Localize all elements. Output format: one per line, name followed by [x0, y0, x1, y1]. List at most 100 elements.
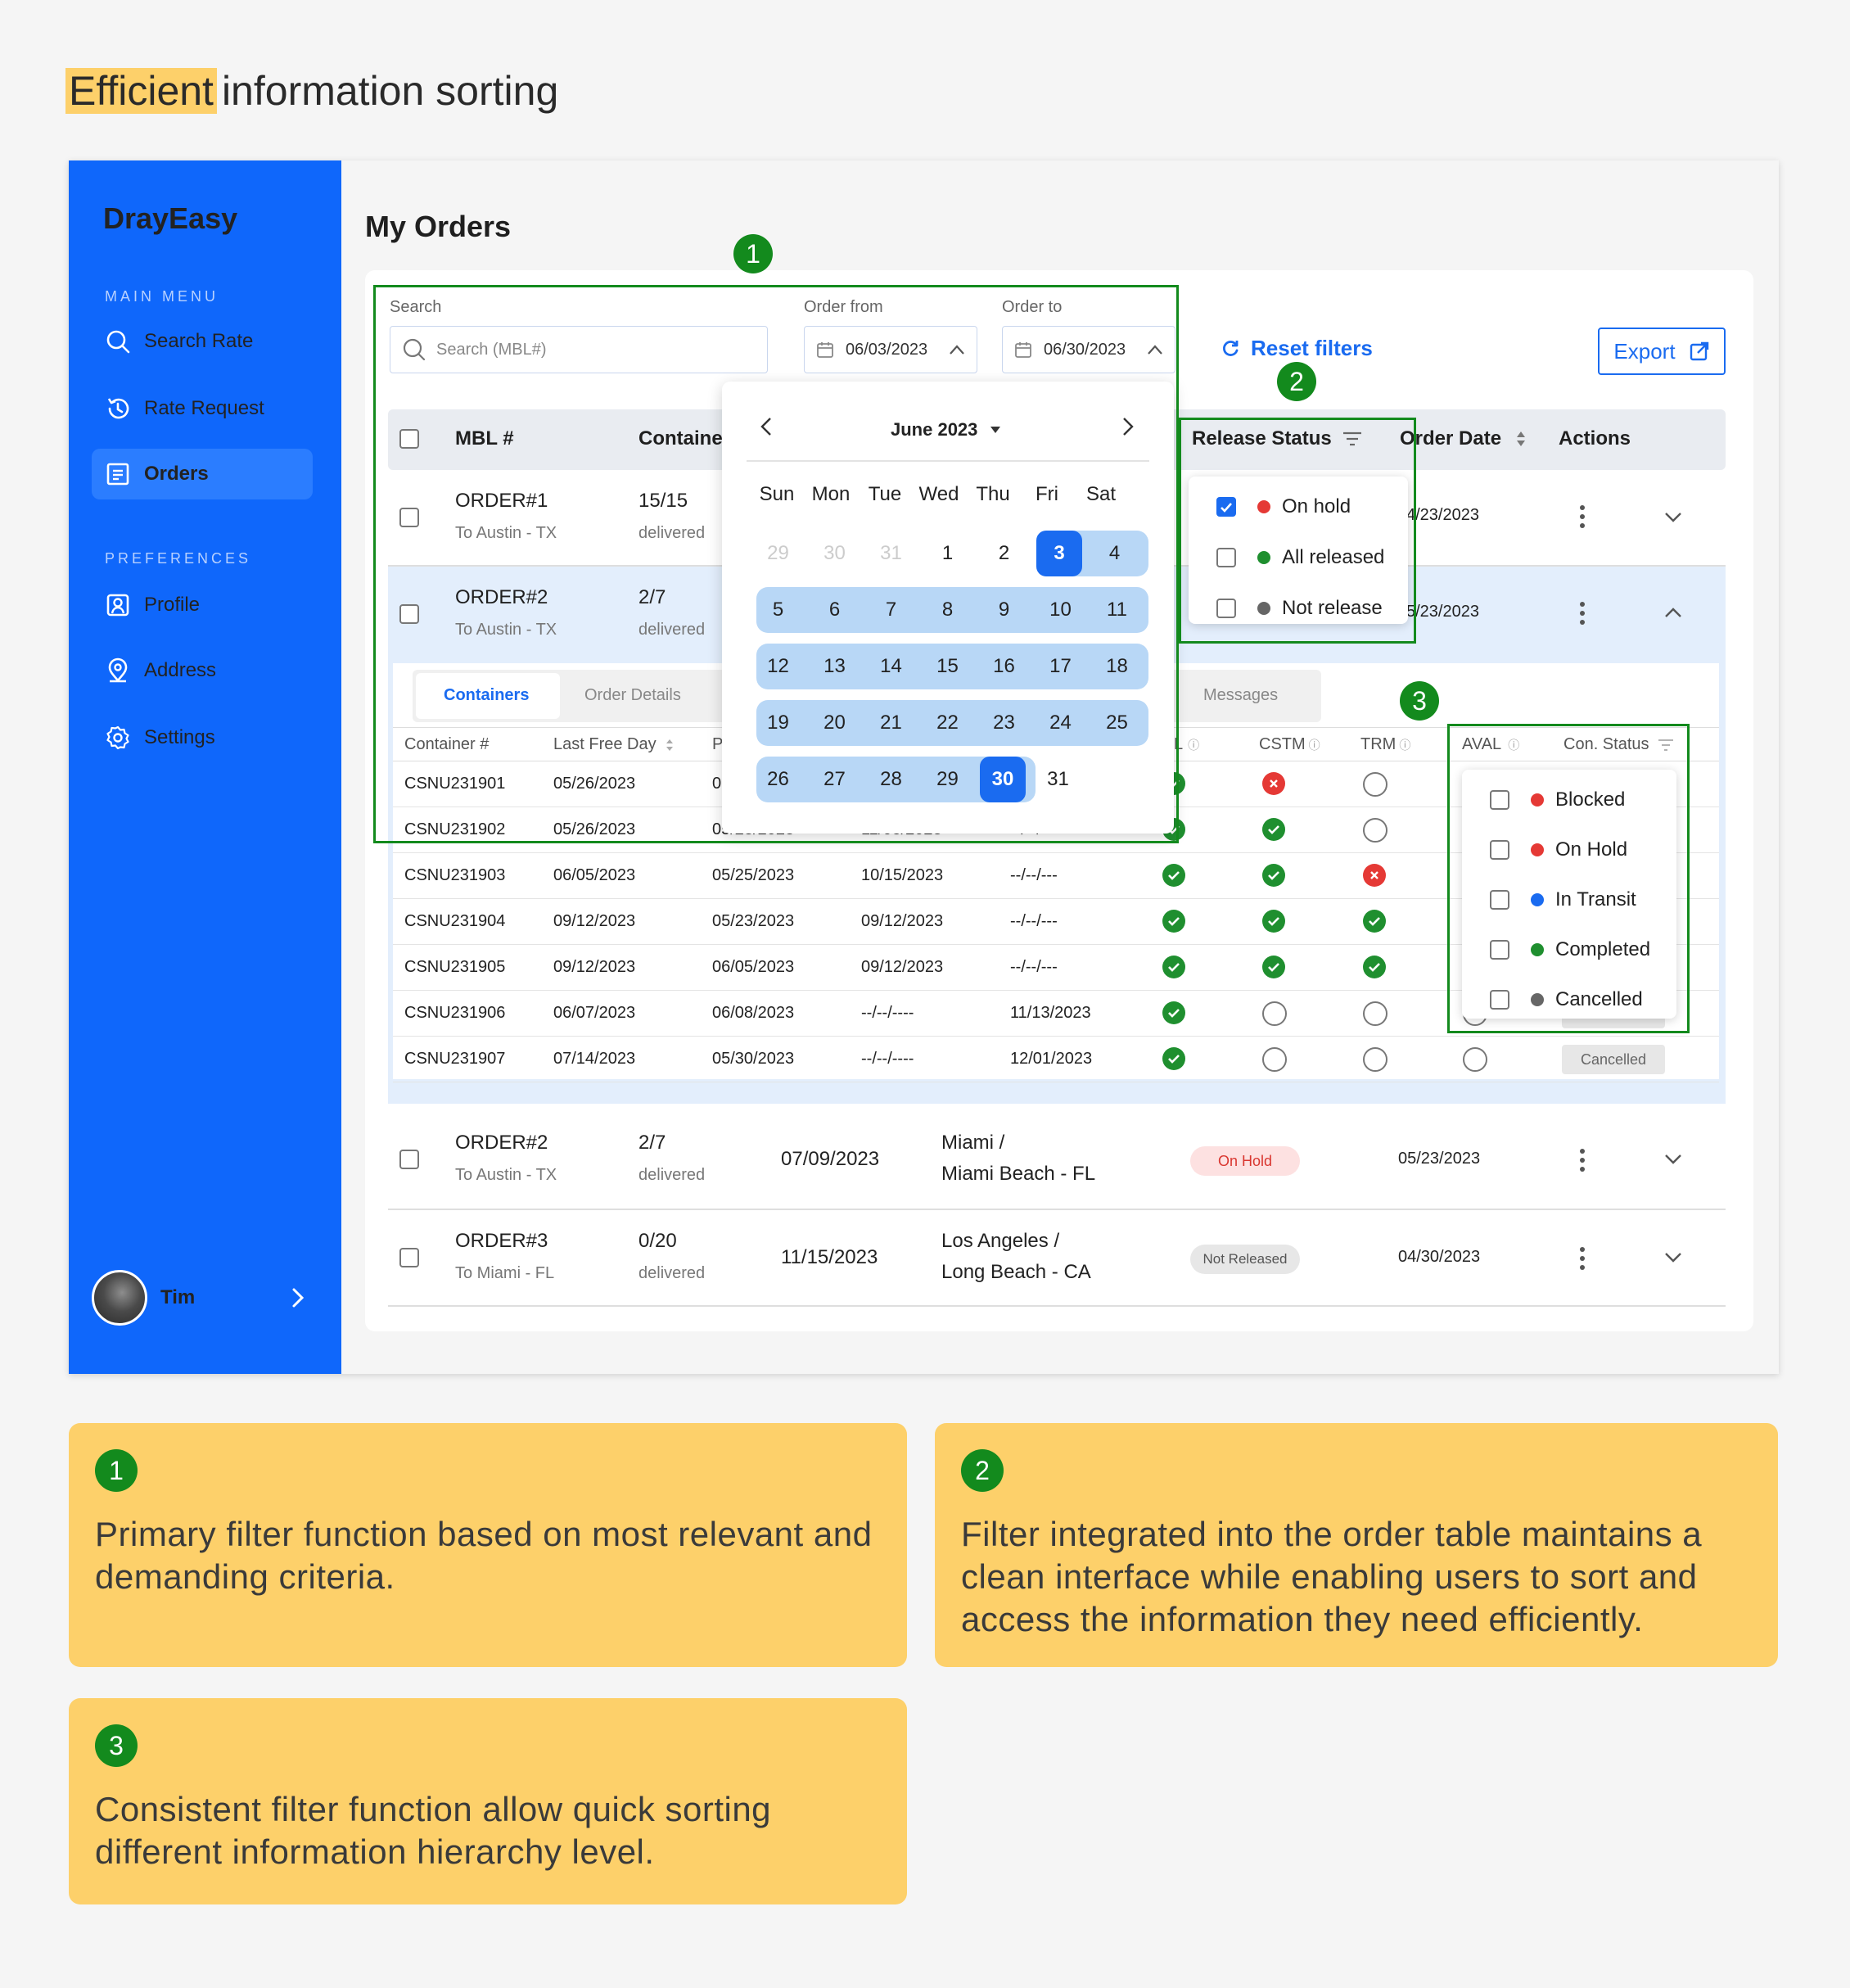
- more-icon[interactable]: [1580, 1243, 1586, 1274]
- check-circle-icon: [1262, 956, 1285, 978]
- subheader-trm-label: TRM: [1360, 735, 1397, 753]
- subtable-cell: 12/01/2023: [1010, 1050, 1093, 1068]
- subtable-cell: --/--/---: [1010, 912, 1058, 930]
- sidebar-item-label: Address: [144, 659, 217, 681]
- subtable-cell: 05/23/2023: [712, 912, 795, 930]
- status-cell: [1162, 1047, 1185, 1070]
- user-profile-button[interactable]: Tim: [92, 1269, 313, 1326]
- subtable-cell: 06/05/2023: [553, 866, 636, 884]
- subtable-cell: CSNU231904: [404, 912, 506, 930]
- chevron-down-icon[interactable]: [1663, 511, 1683, 524]
- sidebar-item-rate-request[interactable]: Rate Request: [92, 383, 313, 434]
- destination-line1: Los Angeles /: [941, 1230, 1060, 1252]
- note-text: Primary filter function based on most re…: [95, 1515, 873, 1596]
- chevron-up-icon[interactable]: [1663, 606, 1683, 619]
- status-cell: [1463, 1047, 1487, 1072]
- status-badge: On Hold: [1190, 1146, 1300, 1176]
- user-name: Tim: [160, 1286, 196, 1308]
- subtable-cell: --/--/---: [1010, 958, 1058, 976]
- order-id[interactable]: ORDER#2: [455, 1132, 548, 1154]
- status-cell: [1162, 864, 1185, 887]
- reset-filters-button[interactable]: Reset filters: [1220, 336, 1373, 361]
- container-count-sub: delivered: [638, 1264, 706, 1282]
- row-checkbox[interactable]: [399, 1248, 419, 1267]
- subtable-cell: 09/12/2023: [861, 912, 944, 930]
- subtable-cell: 11/13/2023: [1010, 1004, 1091, 1022]
- order-date: 5/23/2023: [1406, 603, 1479, 621]
- check-circle-icon: [1363, 910, 1386, 933]
- status-badge: Not Released: [1190, 1245, 1300, 1274]
- sidebar-item-profile[interactable]: Profile: [92, 580, 313, 630]
- status-cell: [1363, 772, 1388, 797]
- empty-circle-icon: [1363, 1001, 1388, 1026]
- status-cell: [1363, 1001, 1388, 1026]
- order-date: 4/23/2023: [1406, 506, 1479, 524]
- chevron-down-icon[interactable]: [1663, 1251, 1683, 1264]
- more-icon[interactable]: [1580, 1145, 1586, 1176]
- page-title: My Orders: [365, 210, 512, 243]
- subtable-cell: --/--/---: [1010, 866, 1058, 884]
- sidebar-item-label: Profile: [144, 594, 201, 616]
- logo[interactable]: DrayEasy: [103, 201, 237, 236]
- container-status-chip: Cancelled: [1562, 1045, 1665, 1074]
- empty-circle-icon: [1262, 1001, 1287, 1026]
- check-circle-icon: [1162, 1047, 1185, 1070]
- page-heading: Efficient information sorting: [65, 67, 558, 115]
- export-button[interactable]: Export: [1598, 328, 1726, 375]
- subtable-cell: 06/05/2023: [712, 958, 795, 976]
- sidebar-item-label: Settings: [144, 726, 215, 748]
- header-actions: Actions: [1559, 427, 1631, 450]
- check-circle-icon: [1262, 864, 1285, 887]
- status-cell: [1262, 864, 1285, 887]
- header-order-date[interactable]: Order Date: [1400, 427, 1527, 450]
- more-icon[interactable]: [1580, 501, 1586, 532]
- check-circle-icon: [1162, 1001, 1185, 1024]
- sidebar-item-label: Orders: [144, 463, 209, 485]
- subtable-cell: --/--/----: [861, 1050, 914, 1068]
- check-circle-icon: [1162, 864, 1185, 887]
- empty-circle-icon: [1463, 1047, 1487, 1072]
- destination-line2: Long Beach - CA: [941, 1261, 1091, 1283]
- sidebar-item-search-rate[interactable]: Search Rate: [92, 316, 313, 367]
- sidebar-item-settings[interactable]: Settings: [92, 712, 313, 763]
- x-circle-icon: [1262, 772, 1285, 795]
- status-cell: [1363, 956, 1386, 978]
- order-id[interactable]: ORDER#3: [455, 1230, 548, 1253]
- empty-circle-icon: [1363, 818, 1388, 843]
- more-icon[interactable]: [1580, 598, 1586, 629]
- check-circle-icon: [1262, 910, 1285, 933]
- sidebar-item-address[interactable]: Address: [92, 645, 313, 696]
- note-text: Consistent filter function allow quick s…: [95, 1790, 772, 1871]
- heading-highlight: Efficient: [65, 68, 217, 114]
- chevron-down-icon[interactable]: [1663, 1153, 1683, 1166]
- refresh-icon: [1223, 340, 1239, 356]
- subheader-cstm[interactable]: CSTM ⓘ: [1259, 735, 1320, 754]
- annotation-box-2: [1179, 418, 1416, 644]
- status-cell: [1363, 910, 1386, 933]
- heading-rest: information sorting: [221, 68, 559, 114]
- table-row[interactable]: [388, 1210, 1726, 1307]
- subtable-cell: CSNU231905: [404, 958, 506, 976]
- order-route: To Austin - TX: [455, 1166, 557, 1184]
- note-badge: 1: [95, 1449, 138, 1492]
- annotation-box-1: [373, 285, 1179, 843]
- x-circle-icon: [1363, 864, 1386, 887]
- annotation-badge-2: 2: [1277, 362, 1316, 401]
- subtable-cell: 09/12/2023: [861, 958, 944, 976]
- destination-line2: Miami Beach - FL: [941, 1163, 1096, 1185]
- avatar: [92, 1270, 147, 1326]
- row-checkbox[interactable]: [399, 1150, 419, 1169]
- sidebar-item-orders[interactable]: Orders: [92, 449, 313, 499]
- tab-messages[interactable]: Messages: [1203, 686, 1278, 705]
- note-text: Filter integrated into the order table m…: [961, 1515, 1703, 1638]
- profile-icon: [106, 594, 129, 617]
- annotation-badge-3: 3: [1400, 681, 1439, 721]
- info-icon: ⓘ: [1308, 738, 1320, 752]
- table-row[interactable]: [388, 1112, 1726, 1210]
- history-icon: [107, 398, 129, 419]
- subheader-trm[interactable]: TRM ⓘ: [1360, 735, 1410, 754]
- subtable-cell: 09/12/2023: [553, 958, 636, 976]
- status-cell: [1262, 818, 1285, 841]
- sort-icon[interactable]: [1514, 429, 1527, 449]
- info-icon: ⓘ: [1399, 738, 1411, 752]
